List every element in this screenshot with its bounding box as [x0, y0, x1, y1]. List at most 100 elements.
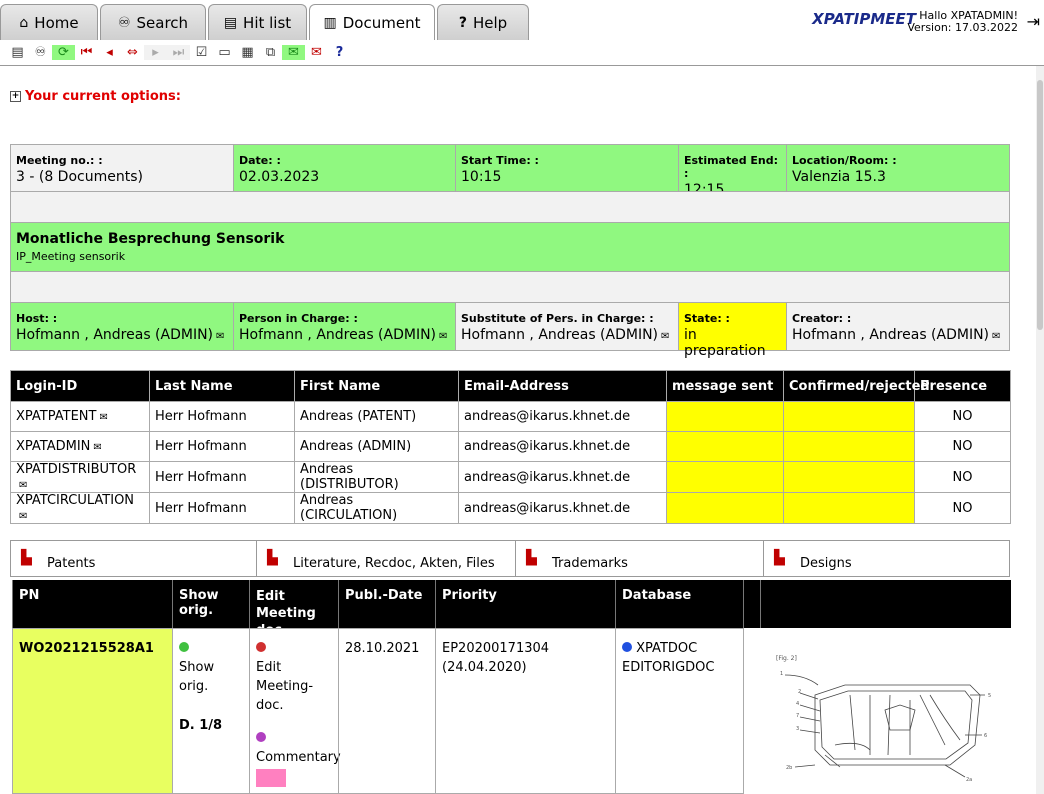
folder-icon[interactable]: ▭	[213, 45, 236, 60]
doc-tab-trademarks[interactable]: ▙ Trademarks	[515, 540, 764, 577]
tab-hit-list[interactable]: ▤ Hit list	[208, 4, 307, 40]
col-login-id[interactable]: Login-ID	[10, 370, 150, 402]
svg-text:1: 1	[780, 671, 783, 677]
mail-send-icon[interactable]: ✉	[305, 45, 328, 60]
col-edit-meeting-doc[interactable]: Edit Meeting doc.	[249, 580, 339, 638]
main-tabs: ⌂ Home ♾ Search ▤ Hit list ▥ Document ? Help	[0, 4, 531, 41]
commentary-swatch	[256, 769, 286, 787]
commentary-link[interactable]: Commentary	[256, 748, 341, 767]
col-first-name[interactable]: First Name	[294, 370, 459, 402]
mail-check-icon[interactable]: ✉	[282, 45, 305, 60]
database-cell: XPATDOC EDITORIGDOC	[615, 628, 744, 794]
meeting-subtitle: IP_Meeting sensorik	[16, 250, 126, 263]
checkbox-icon[interactable]: ☑	[190, 45, 213, 60]
document-add-icon: ▙	[21, 550, 32, 566]
previous-icon[interactable]: ◂	[98, 45, 121, 60]
col-pn[interactable]: PN	[12, 580, 173, 628]
tab-help-label: Help	[472, 13, 508, 32]
help-icon[interactable]: ?	[328, 45, 351, 60]
participants-table: Login-ID Last Name First Name Email-Addr…	[10, 370, 1011, 524]
meeting-number-cell: Meeting no.: : 3 - (8 Documents)	[10, 144, 234, 192]
doc-tab-designs[interactable]: ▙ Designs	[763, 540, 1010, 577]
meeting-number-label: Meeting no.: :	[16, 154, 103, 167]
col-spacer	[743, 580, 761, 628]
jump-icon[interactable]: ⇔	[121, 45, 144, 60]
confirmed-rejected	[783, 492, 915, 524]
priority-date: (24.04.2020)	[442, 660, 527, 675]
tab-home[interactable]: ⌂ Home	[0, 4, 98, 40]
col-presence[interactable]: Presence	[914, 370, 1011, 402]
spacer-row-2	[10, 271, 1010, 303]
mail-icon[interactable]: ✉	[99, 412, 107, 423]
mail-icon[interactable]: ✉	[19, 480, 27, 491]
login-id: XPATDISTRIBUTOR	[16, 462, 137, 477]
col-show-orig[interactable]: Show orig.	[172, 580, 250, 628]
publ-date: 28.10.2021	[345, 641, 420, 656]
meeting-start-label: Start Time: :	[461, 154, 539, 167]
state-value: in preparation	[684, 327, 766, 359]
edit-meeting-doc-link[interactable]: Edit Meeting-doc.	[256, 658, 316, 715]
svg-text:4: 4	[796, 701, 799, 707]
email-address: andreas@ikarus.khnet.de	[458, 431, 667, 462]
expand-icon: +	[10, 91, 21, 102]
col-confirmed[interactable]: Confirmed/rejected	[783, 370, 930, 402]
refresh-icon[interactable]: ⟳	[52, 45, 75, 60]
mail-icon[interactable]: ✉	[216, 331, 224, 342]
logout-icon[interactable]: ⇥	[1027, 12, 1040, 31]
col-priority[interactable]: Priority	[435, 580, 616, 628]
last-icon[interactable]: ⏭	[167, 45, 190, 60]
substitute-cell: Substitute of Pers. in Charge: : Hofmann…	[455, 302, 679, 351]
mail-icon[interactable]: ✉	[661, 331, 669, 342]
meeting-number-value: 3 - (8 Documents)	[16, 169, 143, 185]
mail-icon[interactable]: ✉	[19, 511, 27, 522]
copy-icon[interactable]: ⧉	[259, 45, 282, 60]
col-image	[760, 580, 1011, 628]
scrollbar-thumb[interactable]	[1037, 80, 1043, 330]
meeting-start-cell: Start Time: : 10:15	[455, 144, 679, 192]
mail-icon[interactable]: ✉	[992, 331, 1000, 342]
meeting-location-label: Location/Room: :	[792, 154, 897, 167]
mail-icon[interactable]: ✉	[93, 442, 101, 453]
tab-help[interactable]: ? Help	[437, 4, 529, 40]
figure-label: [Fig. 2]	[776, 655, 797, 662]
presence: NO	[914, 431, 1011, 462]
col-message-sent[interactable]: message sent	[666, 370, 784, 402]
first-name: Andreas (PATENT)	[294, 401, 459, 432]
next-icon[interactable]: ▸	[144, 45, 167, 60]
options-label: Your current options:	[25, 89, 181, 104]
show-orig-link[interactable]: Show orig.	[179, 658, 243, 696]
person-in-charge-label: Person in Charge: :	[239, 312, 358, 325]
last-name: Herr Hofmann	[149, 401, 295, 432]
meeting-start-value: 10:15	[461, 169, 502, 185]
list-icon: ▤	[223, 14, 238, 31]
meeting-end-cell: Estimated End: : 12:15	[678, 144, 787, 198]
state-cell: State: : in preparation	[678, 302, 787, 359]
doc-tab-literature[interactable]: ▙ Literature, Recdoc, Akten, Files	[256, 540, 516, 577]
publ-date-cell: 28.10.2021	[338, 628, 436, 794]
col-publ-date[interactable]: Publ.-Date	[338, 580, 436, 628]
first-name: Andreas (ADMIN)	[294, 431, 459, 462]
edit-cell: Edit Meeting-doc. Commentary	[249, 628, 341, 794]
first-icon[interactable]: ⏮	[75, 45, 98, 60]
person-in-charge-cell: Person in Charge: : Hofmann , Andreas (A…	[233, 302, 456, 351]
doc-tab-patents[interactable]: ▙ Patents	[10, 540, 257, 577]
col-email[interactable]: Email-Address	[458, 370, 667, 402]
patent-drawing[interactable]: [Fig. 2] 2 4 7 3 5 6 2a 2b 1	[770, 655, 1000, 785]
login-id-cell: XPATDISTRIBUTOR ✉	[10, 461, 150, 493]
tab-document-label: Document	[342, 14, 421, 32]
priority: EP20200171304	[442, 641, 550, 656]
document-icon[interactable]: ▦	[236, 45, 259, 60]
version: Version: 17.03.2022	[907, 21, 1018, 34]
pn-link[interactable]: WO2021215528A1	[19, 641, 154, 656]
doc-tab-label: Literature, Recdoc, Akten, Files	[293, 556, 495, 571]
binoculars-icon[interactable]: ♾	[29, 45, 52, 60]
mail-icon[interactable]: ✉	[439, 331, 447, 342]
col-last-name[interactable]: Last Name	[149, 370, 295, 402]
tab-document[interactable]: ▥ Document	[309, 4, 435, 41]
state-label: State: :	[684, 312, 730, 325]
print-icon[interactable]: ▤	[6, 45, 29, 60]
tab-search[interactable]: ♾ Search	[100, 4, 206, 40]
options-toggle[interactable]: + Your current options:	[10, 89, 181, 104]
col-database[interactable]: Database	[615, 580, 744, 628]
confirmed-rejected	[783, 401, 915, 432]
